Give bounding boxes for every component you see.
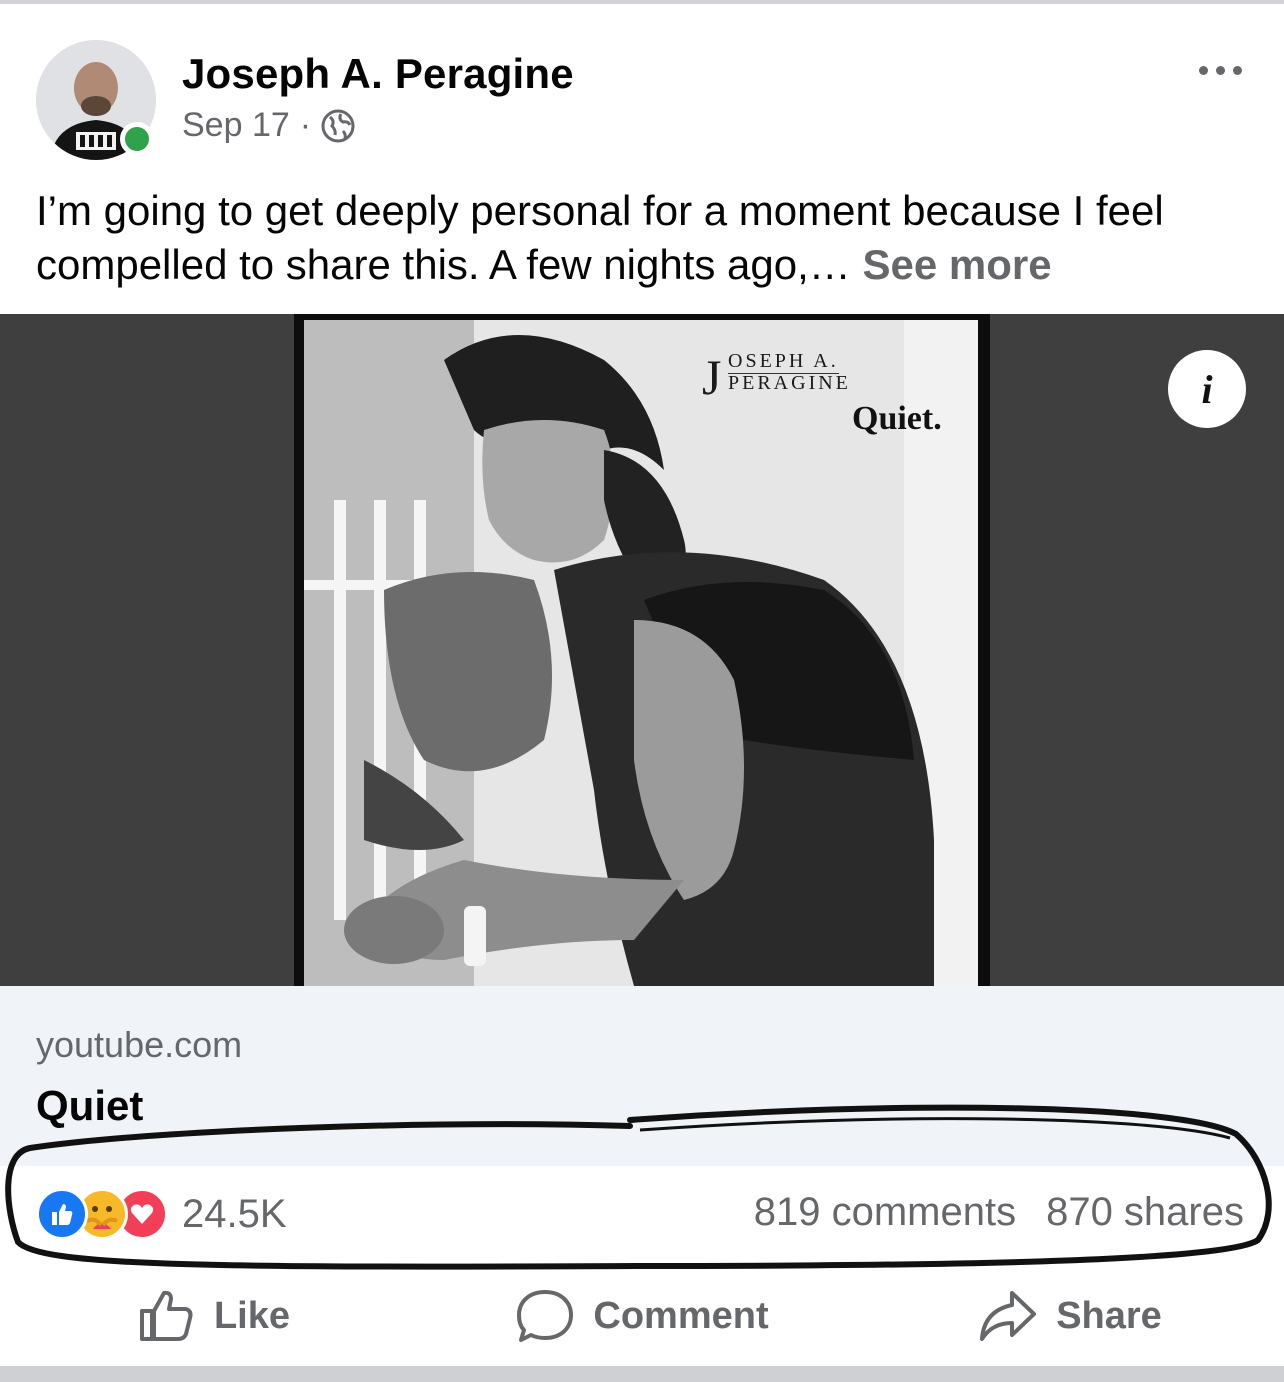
reaction-count: 24.5K [182,1191,287,1236]
post-meta: Sep 17 · [182,106,355,145]
engagement-stats: 819 comments 870 shares [754,1190,1244,1235]
bottom-divider [0,1366,1284,1382]
brand-line-2: PERAGINE [728,372,851,394]
share-button[interactable]: Share [856,1276,1284,1356]
share-label: Share [1056,1294,1162,1337]
reactions-summary[interactable]: 24.5K [36,1188,287,1240]
comment-button[interactable]: Comment [428,1276,856,1356]
shares-count[interactable]: 870 shares [1046,1190,1244,1235]
top-divider [0,0,1284,4]
comments-count[interactable]: 819 comments [754,1190,1016,1235]
post-text: I’m going to get deeply personal for a m… [36,184,1256,292]
share-arrow-icon [980,1291,1037,1341]
dot-icon [1198,65,1208,75]
link-preview[interactable] [0,986,1284,1166]
author-name[interactable]: Joseph A. Peragine [182,50,574,98]
info-button[interactable]: i [1168,350,1246,428]
link-media[interactable]: J OSEPH A. PERAGINE Quiet. [0,314,1284,986]
link-title[interactable]: Quiet [36,1082,143,1130]
comment-label: Comment [593,1294,769,1337]
online-status-indicator [120,122,154,156]
like-button[interactable]: Like [0,1276,428,1356]
dot-icon [1232,65,1242,75]
thumbs-up-icon [139,1290,193,1341]
meta-separator: · [299,106,312,144]
link-domain: youtube.com [36,1024,243,1065]
poster-photo: J OSEPH A. PERAGINE Quiet. [304,320,978,986]
globe-icon [321,109,355,142]
like-label: Like [213,1294,291,1337]
info-icon: i [1201,366,1213,412]
poster-frame: J OSEPH A. PERAGINE Quiet. [294,314,990,986]
brand-initial: J [702,349,722,405]
dot-icon [1215,65,1225,75]
see-more-link[interactable]: See more [862,241,1051,288]
brand-line-1: OSEPH A. [728,350,839,374]
post-actions: Like Comment Share [0,1276,1284,1356]
like-icon [36,1188,88,1240]
poster-title: Quiet. [852,400,942,437]
speech-bubble-icon [517,1290,574,1342]
more-options-button[interactable] [1190,52,1250,88]
post-date[interactable]: Sep 17 [182,106,290,145]
